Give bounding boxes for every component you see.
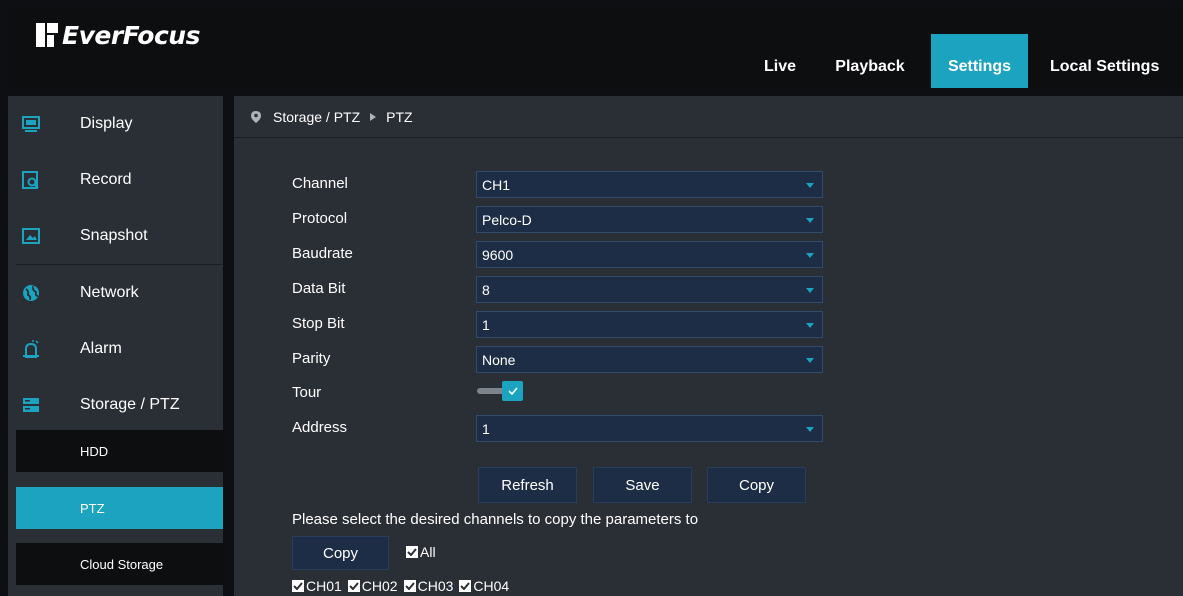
baudrate-label: Baudrate: [292, 245, 353, 262]
address-label: Address: [292, 419, 348, 436]
checkbox-checked-icon: [459, 580, 472, 592]
protocol-label: Protocol: [292, 210, 348, 227]
tab-live-label: Live: [763, 58, 796, 75]
sidebar-item-snapshot[interactable]: Snapshot: [8, 208, 223, 264]
main-nav: Live Playback Settings Local Settings: [8, 34, 1183, 88]
tab-playback[interactable]: Playback: [824, 34, 916, 88]
channel-checkbox-ch04[interactable]: CH04: [459, 578, 509, 594]
sidebar: Display Record Snapshot Network Alarm St…: [8, 96, 223, 596]
copy-button-label: Copy: [738, 476, 775, 494]
chevron-down-icon: [806, 288, 814, 293]
select-all-label: All: [420, 544, 436, 560]
location-pin-icon: [251, 110, 261, 123]
parity-value: None: [482, 351, 516, 368]
sidebar-item-label: Display: [80, 115, 133, 132]
tab-settings-label: Settings: [947, 58, 1012, 75]
parity-select[interactable]: None: [476, 346, 823, 373]
baudrate-value: 9600: [482, 246, 514, 263]
channel-checkbox-label: CH01: [306, 578, 342, 594]
snapshot-icon: [22, 228, 40, 244]
channel-checkbox-label: CH04: [473, 578, 510, 594]
refresh-button-label: Refresh: [501, 476, 554, 494]
breadcrumb-separator-icon: [370, 112, 377, 121]
baudrate-select[interactable]: 9600: [476, 241, 823, 268]
app-root: EverFocus Live Playback Settings Local S…: [0, 0, 1183, 596]
alarm-icon: [23, 340, 39, 358]
breadcrumb-page: PTZ: [386, 108, 413, 125]
storage-icon: [23, 398, 39, 412]
channel-label: Channel: [292, 175, 348, 192]
chevron-down-icon: [806, 323, 814, 328]
sidebar-subitem-label: PTZ: [80, 500, 105, 516]
copy-to-channels-button[interactable]: Copy: [292, 536, 389, 570]
tab-live[interactable]: Live: [755, 34, 805, 88]
protocol-select[interactable]: Pelco-D: [476, 206, 823, 233]
address-select[interactable]: 1: [476, 415, 823, 442]
data-bit-value: 8: [482, 281, 490, 298]
chevron-down-icon: [806, 183, 814, 188]
tab-playback-label: Playback: [835, 58, 905, 75]
sidebar-item-label: Record: [80, 171, 132, 188]
data-bit-select[interactable]: 8: [476, 276, 823, 303]
chevron-down-icon: [806, 253, 814, 258]
chevron-down-icon: [806, 218, 814, 223]
sidebar-subitem-label: HDD: [80, 443, 109, 459]
sidebar-subitem-label: Cloud Storage: [80, 556, 164, 572]
checkbox-checked-icon: [403, 580, 416, 592]
chevron-down-icon: [806, 358, 814, 363]
tab-local-settings-label: Local Settings: [1050, 58, 1160, 75]
sidebar-item-label: Alarm: [80, 340, 122, 357]
address-value: 1: [482, 420, 490, 437]
tour-label: Tour: [292, 384, 322, 401]
stop-bit-value: 1: [482, 316, 490, 333]
breadcrumb: Storage / PTZ PTZ: [234, 96, 1183, 138]
data-bit-label: Data Bit: [292, 280, 346, 297]
breadcrumb-section[interactable]: Storage / PTZ: [273, 109, 360, 125]
checkmark-icon: [502, 381, 523, 401]
sidebar-item-display[interactable]: Display: [8, 96, 223, 152]
tab-settings[interactable]: Settings: [931, 34, 1028, 88]
channel-checkbox-ch02[interactable]: CH02: [347, 578, 398, 594]
tab-local-settings[interactable]: Local Settings: [1042, 34, 1183, 88]
sidebar-item-record[interactable]: Record: [8, 152, 223, 208]
channel-checkbox-label: CH03: [417, 578, 454, 594]
sidebar-item-network[interactable]: Network: [8, 265, 223, 321]
checkbox-checked-icon: [406, 546, 418, 558]
protocol-value: Pelco-D: [482, 211, 532, 228]
sidebar-subitem-cloud-storage[interactable]: Cloud Storage: [16, 543, 223, 585]
top-bar: EverFocus Live Playback Settings Local S…: [8, 8, 1183, 88]
channel-value: CH1: [482, 176, 511, 193]
refresh-button[interactable]: Refresh: [478, 467, 577, 503]
save-button[interactable]: Save: [593, 467, 692, 503]
monitor-icon: [22, 116, 40, 132]
stop-bit-label: Stop Bit: [292, 315, 345, 332]
parity-label: Parity: [292, 350, 331, 367]
main-panel: Storage / PTZ PTZ Channel CH1 Protocol P…: [234, 96, 1183, 596]
save-button-label: Save: [625, 476, 660, 494]
channel-checkbox-ch03[interactable]: CH03: [403, 578, 454, 594]
sidebar-item-alarm[interactable]: Alarm: [8, 321, 223, 377]
sidebar-item-storage-ptz[interactable]: Storage / PTZ: [8, 377, 223, 433]
sidebar-subitem-hdd[interactable]: HDD: [16, 430, 223, 472]
chevron-down-icon: [806, 427, 814, 432]
channel-checkbox-ch01[interactable]: CH01: [292, 578, 342, 594]
sidebar-item-label: Network: [80, 284, 139, 301]
channel-checkbox-label: CH02: [361, 578, 398, 594]
select-all-checkbox[interactable]: All: [406, 544, 436, 560]
tour-toggle[interactable]: [477, 381, 523, 401]
sidebar-item-label: Storage / PTZ: [80, 396, 180, 413]
copy-button[interactable]: Copy: [707, 467, 806, 503]
record-search-icon: [22, 171, 39, 189]
network-globe-icon: [23, 285, 39, 301]
sidebar-subitem-ptz[interactable]: PTZ: [16, 487, 223, 529]
checkbox-checked-icon: [292, 580, 304, 592]
checkbox-checked-icon: [347, 580, 360, 592]
channel-select[interactable]: CH1: [476, 171, 823, 198]
copy-instruction-text: Please select the desired channels to co…: [292, 511, 699, 528]
stop-bit-select[interactable]: 1: [476, 311, 823, 338]
copy-to-channels-label: Copy: [322, 544, 359, 562]
channel-checkbox-list: CH01 CH02 CH03 CH04: [292, 578, 509, 594]
sidebar-item-label: Snapshot: [80, 227, 148, 244]
